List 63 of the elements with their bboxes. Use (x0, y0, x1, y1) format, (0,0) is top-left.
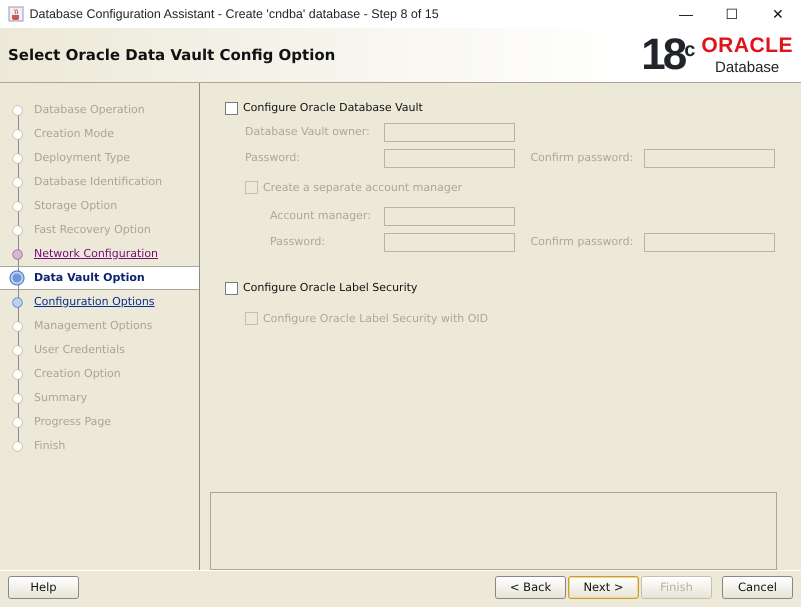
step-label: Creation Option (34, 366, 121, 382)
step-label: Database Operation (34, 102, 145, 118)
button[interactable]: Cancel (722, 576, 793, 600)
step-label: Finish (34, 438, 66, 454)
maximize-button[interactable]: ☐ (709, 4, 755, 24)
input-field[interactable] (384, 122, 515, 142)
step-dot-icon (12, 296, 22, 308)
step-dot-icon (12, 320, 22, 332)
step-dot-icon (12, 344, 22, 356)
version-superscript: c (684, 39, 696, 61)
input-field[interactable] (384, 233, 515, 252)
step-dot-icon (12, 368, 22, 380)
button[interactable]: < Back (495, 576, 566, 600)
step-dot-icon (12, 104, 22, 116)
field-label: Confirm password: (530, 234, 634, 250)
button[interactable]: Help (8, 576, 79, 600)
field-label: Confirm password: (530, 150, 634, 166)
step-dot-icon (12, 152, 22, 164)
step-label: Management Options (34, 318, 152, 334)
step-dot-icon (12, 416, 22, 428)
close-button[interactable]: ✕ (755, 4, 801, 24)
step-label: Storage Option (34, 198, 118, 214)
version-number: 18 (641, 33, 684, 77)
window-title: Database Configuration Assistant - Create 'cndba' database - Step 8 of 15 (30, 6, 440, 23)
step-dot-icon (12, 176, 22, 188)
button[interactable]: Next > (568, 576, 639, 600)
step-link[interactable]: Configuration Options (34, 294, 155, 310)
checkbox[interactable] (225, 282, 238, 295)
step-label[interactable]: Data Vault Option (34, 270, 145, 286)
field-label: Account manager: (270, 208, 372, 224)
step-dot-icon (12, 128, 22, 140)
step-label: Fast Recovery Option (34, 222, 151, 238)
brand-logo: ORACLE (701, 35, 793, 56)
step-label: User Credentials (34, 342, 125, 358)
input-field[interactable] (644, 148, 775, 168)
page-title: Select Oracle Data Vault Config Option (8, 44, 336, 66)
step-label: Creation Mode (34, 126, 114, 142)
step-label: Summary (34, 390, 88, 406)
step-dot-icon (12, 440, 22, 452)
step-dot-icon (12, 224, 22, 236)
input-field[interactable] (384, 148, 515, 168)
java-cup-icon (8, 6, 24, 22)
step-dot-icon (12, 248, 22, 260)
field-label: Database Vault owner: (245, 124, 371, 140)
checkbox-label: Configure Oracle Database Vault (243, 100, 423, 116)
checkbox-label: Create a separate account manager (263, 180, 462, 196)
checkbox-label: Configure Oracle Label Security with OID (263, 310, 488, 326)
input-field[interactable] (644, 233, 775, 252)
step-link[interactable]: Network Configuration (34, 246, 158, 262)
current-step-row[interactable]: Data Vault Option (0, 266, 199, 290)
step-label: Database Identification (34, 174, 162, 190)
field-label: Password: (245, 150, 302, 166)
step-label: Progress Page (34, 414, 112, 430)
input-field[interactable] (384, 207, 515, 226)
step-label: Deployment Type (34, 150, 130, 166)
checkbox[interactable] (225, 102, 238, 115)
field-label: Password: (270, 234, 326, 250)
checkbox-label: Configure Oracle Label Security (243, 280, 418, 296)
step-dot-icon (12, 200, 22, 212)
step-dot-icon (12, 392, 22, 404)
step-dot-icon (9, 270, 25, 286)
minimize-button[interactable]: — (663, 4, 709, 24)
product-name: Database (715, 60, 780, 75)
